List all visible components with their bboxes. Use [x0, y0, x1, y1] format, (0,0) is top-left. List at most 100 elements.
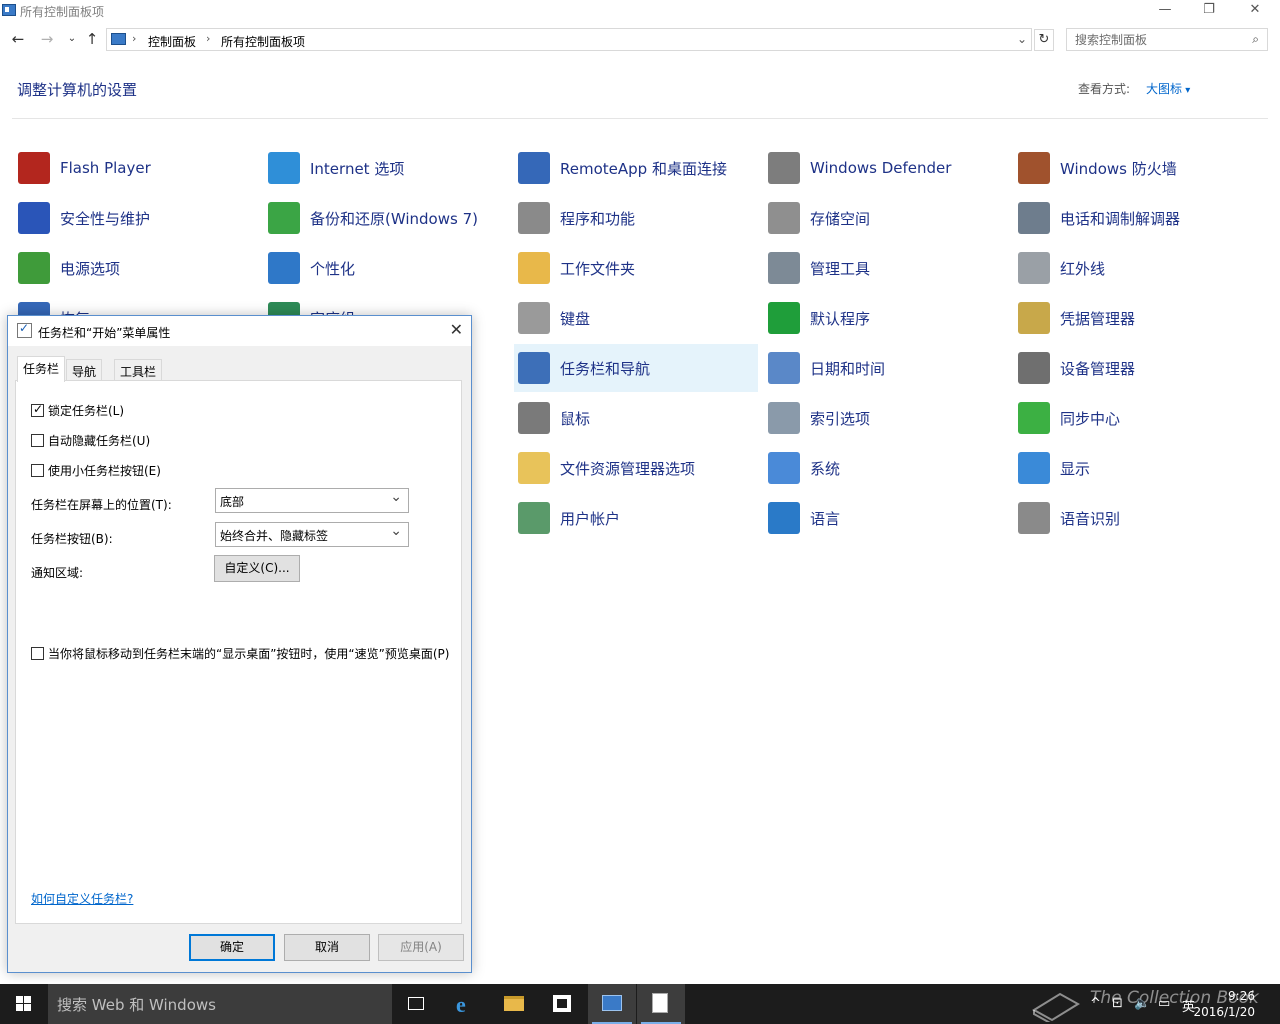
- item-phone-modem[interactable]: 电话和调制解调器: [1014, 194, 1258, 242]
- breadcrumb-separator-icon[interactable]: ›: [132, 32, 136, 45]
- volume-icon[interactable]: 🔈: [1134, 996, 1150, 1011]
- item-backup-restore[interactable]: 备份和还原(Windows 7): [264, 194, 508, 242]
- item-label: 系统: [810, 459, 841, 478]
- start-button[interactable]: [0, 984, 48, 1024]
- location-label: 任务栏在屏幕上的位置(T):: [31, 498, 172, 512]
- phone-modem-icon: [1018, 202, 1050, 234]
- store-icon[interactable]: [538, 984, 586, 1024]
- help-link[interactable]: 如何自定义任务栏?: [31, 890, 133, 907]
- apply-button[interactable]: 应用(A): [378, 934, 464, 961]
- item-power-options[interactable]: 电源选项: [14, 244, 258, 292]
- close-button[interactable]: ✕: [1232, 0, 1278, 22]
- item-infrared[interactable]: 红外线: [1014, 244, 1258, 292]
- checkbox-checked[interactable]: [31, 402, 44, 417]
- item-flash-player[interactable]: Flash Player: [14, 144, 258, 192]
- address-bar[interactable]: › 控制面板 › 所有控制面板项 ⌄: [106, 28, 1032, 51]
- checkbox-unchecked[interactable]: [31, 464, 44, 477]
- checkbox-unchecked[interactable]: [31, 647, 44, 660]
- item-sync-center[interactable]: 同步中心: [1014, 394, 1258, 442]
- item-label: 电话和调制解调器: [1060, 209, 1181, 228]
- language-icon: [768, 502, 800, 534]
- item-mouse[interactable]: 鼠标: [514, 394, 758, 442]
- indexing-options-icon: [768, 402, 800, 434]
- item-storage-spaces[interactable]: 存储空间: [764, 194, 1008, 242]
- item-system[interactable]: 系统: [764, 444, 1008, 492]
- breadcrumb-all-items[interactable]: 所有控制面板项: [221, 33, 305, 50]
- dialog-title-bar: 任务栏和“开始”菜单属性 ✕: [8, 316, 471, 346]
- peek-checkbox[interactable]: 当你将鼠标移动到任务栏末端的“显示桌面”按钮时，使用“速览”预览桌面(P): [31, 645, 449, 662]
- item-label: 安全性与维护: [60, 209, 151, 228]
- file-explorer-icon[interactable]: [490, 984, 538, 1024]
- view-by-dropdown[interactable]: 大图标: [1146, 80, 1190, 97]
- cancel-button[interactable]: 取消: [284, 934, 370, 961]
- item-label: 任务栏和导航: [560, 359, 651, 378]
- recent-locations-chevron-icon[interactable]: ⌄: [63, 30, 81, 50]
- ok-button[interactable]: 确定: [189, 934, 275, 961]
- taskbar-search-box[interactable]: 搜索 Web 和 Windows: [48, 984, 392, 1024]
- breadcrumb-control-panel[interactable]: 控制面板: [148, 33, 196, 50]
- restore-button[interactable]: ❐: [1186, 0, 1232, 22]
- item-user-accounts[interactable]: 用户帐户: [514, 494, 758, 542]
- sync-center-icon: [1018, 402, 1050, 434]
- item-default-programs[interactable]: 默认程序: [764, 294, 1008, 342]
- item-explorer-options[interactable]: 文件资源管理器选项: [514, 444, 758, 492]
- item-security-flag[interactable]: 安全性与维护: [14, 194, 258, 242]
- search-box[interactable]: ⌕: [1066, 28, 1268, 51]
- item-internet-options[interactable]: Internet 选项: [264, 144, 508, 192]
- dialog-title: 任务栏和“开始”菜单属性: [38, 326, 171, 340]
- edge-browser-icon[interactable]: e: [442, 984, 490, 1024]
- item-windows-defender[interactable]: Windows Defender: [764, 144, 1008, 192]
- breadcrumb-separator-icon[interactable]: ›: [206, 32, 210, 45]
- title-bar: 所有控制面板项 — ❐ ✕: [0, 0, 1280, 22]
- item-label: RemoteApp 和桌面连接: [560, 159, 727, 178]
- search-input[interactable]: [1067, 29, 1237, 50]
- item-speech-recognition[interactable]: 语音识别: [1014, 494, 1258, 542]
- view-by-label: 查看方式:: [1078, 82, 1131, 96]
- item-label: Windows 防火墙: [1060, 159, 1177, 178]
- tab-navigation[interactable]: 导航: [66, 359, 103, 381]
- customize-button[interactable]: 自定义(C)...: [214, 555, 300, 582]
- item-admin-tools[interactable]: 管理工具: [764, 244, 1008, 292]
- auto-hide-label: 自动隐藏任务栏(U): [48, 434, 151, 448]
- item-display[interactable]: 显示: [1014, 444, 1258, 492]
- item-personalization[interactable]: 个性化: [264, 244, 508, 292]
- item-firewall[interactable]: Windows 防火墙: [1014, 144, 1258, 192]
- forward-arrow-icon[interactable]: →: [38, 30, 56, 50]
- item-device-manager[interactable]: 设备管理器: [1014, 344, 1258, 392]
- item-indexing-options[interactable]: 索引选项: [764, 394, 1008, 442]
- checkbox-unchecked[interactable]: [31, 434, 44, 447]
- tray-chevron-icon[interactable]: ^: [1090, 996, 1101, 1011]
- remoteapp-icon: [518, 152, 550, 184]
- item-work-folders[interactable]: 工作文件夹: [514, 244, 758, 292]
- item-date-time[interactable]: 日期和时间: [764, 344, 1008, 392]
- location-select[interactable]: 底部: [215, 488, 409, 513]
- item-credential-manager[interactable]: 凭据管理器: [1014, 294, 1258, 342]
- item-keyboard[interactable]: 键盘: [514, 294, 758, 342]
- item-remoteapp[interactable]: RemoteApp 和桌面连接: [514, 144, 758, 192]
- address-dropdown-icon[interactable]: ⌄: [1017, 32, 1027, 46]
- item-label: Flash Player: [60, 159, 151, 177]
- auto-hide-checkbox[interactable]: 自动隐藏任务栏(U): [31, 432, 150, 449]
- small-buttons-checkbox[interactable]: 使用小任务栏按钮(E): [31, 462, 161, 479]
- task-view-icon[interactable]: [392, 984, 440, 1024]
- item-taskbar-navigation[interactable]: 任务栏和导航: [514, 344, 758, 392]
- item-programs-features[interactable]: 程序和功能: [514, 194, 758, 242]
- network-icon[interactable]: ⊡: [1112, 996, 1123, 1011]
- notifications-icon[interactable]: ▭: [1158, 996, 1170, 1011]
- dialog-close-icon[interactable]: ✕: [450, 320, 463, 339]
- tab-taskbar[interactable]: 任务栏: [17, 356, 66, 382]
- lock-taskbar-checkbox[interactable]: 锁定任务栏(L): [31, 402, 124, 419]
- internet-options-icon: [268, 152, 300, 184]
- control-panel-taskbar-icon[interactable]: [588, 984, 636, 1024]
- taskbar-buttons-select[interactable]: 始终合并、隐藏标签: [215, 522, 409, 547]
- minimize-button[interactable]: —: [1142, 0, 1188, 22]
- tab-toolbars[interactable]: 工具栏: [114, 359, 163, 381]
- item-language[interactable]: 语言: [764, 494, 1008, 542]
- back-arrow-icon[interactable]: ←: [9, 30, 27, 50]
- up-arrow-icon[interactable]: ↑: [83, 30, 101, 50]
- search-icon[interactable]: ⌕: [1252, 32, 1259, 47]
- window-title: 所有控制面板项: [20, 5, 105, 19]
- refresh-icon[interactable]: ↻: [1034, 29, 1054, 51]
- taskbar-properties-taskbar-icon[interactable]: [637, 984, 685, 1024]
- clock[interactable]: 9:26 2016/1/20: [1193, 988, 1255, 1020]
